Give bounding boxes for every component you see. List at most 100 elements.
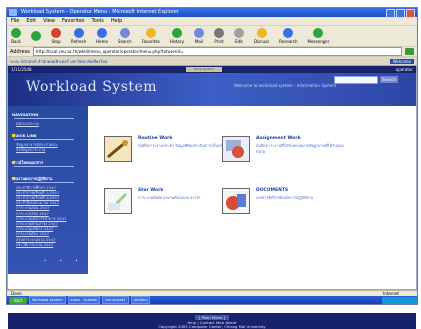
refresh-button[interactable]: Refresh (71, 28, 86, 44)
sidebar-link[interactable]: หน้าแรกระบบ (16, 121, 39, 127)
browser-window: Workload System - Operator Menu - Micros… (6, 7, 418, 329)
card-routine-work[interactable]: Routine Work บันทึกภาระงานประจำ ข้อมูลที… (104, 136, 234, 166)
history-button[interactable]: History (170, 28, 184, 44)
search-input[interactable] (334, 76, 378, 84)
home-button[interactable]: Home (96, 28, 108, 44)
taskbar-item[interactable]: Inbox - Outlook (67, 296, 101, 304)
ie-logo-icon (9, 9, 17, 16)
stop-icon (51, 28, 61, 38)
research-button[interactable]: Research (279, 28, 298, 44)
address-bar: Address http://local.ceu.ac.th/wkld/menu… (7, 47, 417, 57)
sidebar-section-title: QUICK LINK (12, 133, 37, 139)
messenger-button[interactable]: Messenger (307, 28, 330, 44)
window-controls (386, 9, 415, 18)
menu-tools[interactable]: Tools (92, 17, 104, 25)
search-button[interactable]: Search (118, 28, 132, 44)
maximize-button[interactable] (396, 9, 405, 18)
toolbar-label: Favorites (141, 39, 160, 44)
taskbar-item[interactable]: Untitled (130, 296, 151, 304)
toolbar-label: Refresh (71, 39, 87, 44)
sidebar-link[interactable]: ประวัติภาระงาน 2547 (16, 242, 53, 248)
work-system-label: Work System (186, 67, 222, 72)
menu-file[interactable]: File (11, 17, 19, 25)
bullet-icon (12, 160, 15, 164)
minimize-button[interactable] (386, 9, 395, 18)
back-button[interactable]: Back (11, 28, 21, 44)
toolbar-label: Research (279, 39, 298, 44)
sidebar: NAVIGATION หน้าแรกระบบ QUICK LINK ข้อมูลอาจ… (8, 106, 88, 274)
divider (14, 118, 74, 119)
toolbar-label: Print (214, 39, 224, 44)
address-input[interactable]: http://local.ceu.ac.th/wkld/menu_operato… (32, 47, 402, 56)
pager-dots: • • • (44, 258, 84, 263)
menu-edit[interactable]: Edit (26, 17, 36, 25)
card-title: DOCUMENTS (256, 188, 289, 193)
forward-button[interactable] (31, 30, 41, 42)
bullet-icon (12, 134, 15, 138)
bullet-icon (12, 176, 15, 180)
card-documents[interactable]: DOCUMENTS เอกสารที่เกี่ยวข้องกับการปฏิบั… (222, 188, 352, 218)
toolbar-label: Back (11, 39, 21, 44)
print-icon (213, 28, 224, 38)
go-button[interactable] (405, 48, 414, 55)
search-button[interactable]: Search (380, 76, 398, 83)
mail-button[interactable]: Mail (193, 28, 204, 44)
history-icon (171, 28, 182, 38)
top-strip: 1/11/2548 Work System operator (8, 66, 416, 73)
back-icon (11, 28, 21, 38)
taskbar: start Workload System Inbox - Outlook Docu… (7, 296, 417, 304)
star-icon (145, 28, 156, 38)
card-star-work[interactable]: Star Work ภาระงานพิเศษ ผลงานดีเด่นและราง… (104, 188, 234, 218)
page-content: 1/11/2548 Work System operator Workload … (7, 65, 417, 329)
menu-favorites[interactable]: Favorites (62, 17, 85, 25)
date-label: 1/11/2548 (11, 67, 32, 72)
start-button[interactable]: start (9, 296, 27, 304)
card-desc: บันทึกภาระงานประจำ ข้อมูลที่ต้องดำเนินกา… (138, 143, 229, 148)
card-desc: ภาระงานพิเศษ ผลงานดีเด่นและรางวัล (138, 195, 201, 200)
card-assignment-work[interactable]: Assignment Work บันทึกภาระงานที่ได้รับมอ… (222, 136, 352, 166)
toolbar-label: Home (96, 39, 108, 44)
address-label: Address (10, 48, 30, 55)
print-button[interactable]: Print (213, 28, 224, 44)
card-title: Routine Work (138, 136, 173, 141)
intranet-link[interactable]: ระบบ Intranet สำนักคอมพิวเตอร์ มหาวิทยาล… (10, 58, 390, 65)
forward-icon (31, 30, 41, 41)
main-panel: Routine Work บันทึกภาระงานประจำ ข้อมูลที… (90, 106, 416, 274)
banner: Workload System Welcome to workload syst… (8, 73, 416, 106)
taskbar-item[interactable]: Workload System (29, 296, 66, 304)
user-label: operator (395, 67, 413, 72)
edit-icon (233, 28, 244, 38)
toolbar-label: Discuss (253, 39, 270, 44)
documents-icon (222, 188, 250, 214)
assignment-work-icon (222, 136, 250, 162)
welcome-link[interactable]: Welcome (389, 58, 414, 64)
close-button[interactable] (406, 9, 415, 18)
discuss-icon (256, 28, 267, 38)
taskbar-item[interactable]: Document1 (102, 296, 129, 304)
refresh-icon (73, 28, 84, 38)
screen: Workload System - Operator Menu - Micros… (0, 0, 421, 329)
edit-button[interactable]: Edit (233, 28, 244, 44)
menu-bar: File Edit View Favorites Tools Help (7, 17, 417, 26)
copyright: Copyright 2005 Computer Center, Chiang M… (158, 324, 266, 329)
stop-button[interactable]: Stop (51, 28, 61, 44)
routine-work-icon (104, 136, 132, 162)
mail-icon (193, 28, 204, 38)
toolbar-label: History (169, 39, 184, 44)
star-work-icon (104, 188, 132, 214)
menu-help[interactable]: Help (111, 17, 122, 25)
card-title: Assignment Work (256, 136, 301, 141)
title-bar: Workload System - Operator Menu - Micros… (7, 8, 417, 18)
toolbar-label: Messenger (307, 39, 330, 44)
star-button[interactable]: Favorites (142, 28, 160, 44)
home-icon (97, 28, 108, 38)
toolbar-label: Mail (194, 39, 204, 44)
body-row: NAVIGATION หน้าแรกระบบ QUICK LINK ข้อมูลอาจ… (8, 106, 416, 329)
sidebar-link[interactable]: ส่งข้อมูลภาระงาน (16, 147, 45, 153)
toolbar-label: Search (117, 39, 132, 44)
menu-view[interactable]: View (43, 17, 55, 25)
system-tray (382, 296, 417, 304)
toolbar-label: Edit (235, 39, 243, 44)
search-icon (119, 28, 130, 38)
discuss-button[interactable]: Discuss (254, 28, 269, 44)
